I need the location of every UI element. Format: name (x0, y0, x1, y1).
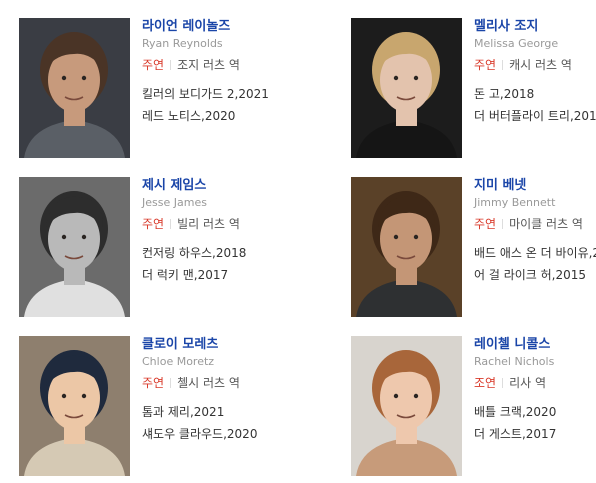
actor-name-en: Ryan Reynolds (142, 37, 223, 50)
actor-name-ko[interactable]: 지미 베넷 (474, 177, 596, 194)
work-link[interactable]: 배틀 크랙,2020 (474, 401, 596, 423)
filmography: 톰과 제리,2021 섀도우 클라우드,2020 (142, 401, 282, 445)
cast-card-1: 라이언 레이놀즈 Ryan Reynolds 주연 조지 러츠 역 킬러의 보디가… (19, 18, 279, 158)
work-link[interactable]: 더 버터플라이 트리,2017 (474, 105, 596, 127)
role-divider (502, 219, 504, 229)
role-divider (170, 60, 172, 70)
cast-card-3: 제시 제임스 Jesse James 주연 빌리 러츠 역 컨저링 하우스,201… (19, 177, 279, 317)
filmography: 배틀 크랙,2020 더 게스트,2017 (474, 401, 596, 445)
role-type: 주연 (474, 58, 497, 72)
actor-photo[interactable] (351, 177, 462, 317)
character-name: 리사 역 (509, 376, 547, 390)
role-line: 주연 첼시 러츠 역 (142, 375, 282, 391)
work-link[interactable]: 어 걸 라이크 허,2015 (474, 264, 596, 286)
role-type: 주연 (142, 376, 165, 390)
work-link[interactable]: 레드 노티스,2020 (142, 105, 282, 127)
role-line: 주연 조지 러츠 역 (142, 57, 282, 73)
role-type: 주연 (142, 58, 165, 72)
actor-info: 지미 베넷 Jimmy Bennett 주연 마이클 러츠 역 배드 애스 온 더… (474, 177, 596, 286)
role-divider (170, 219, 172, 229)
role-line: 조연 리사 역 (474, 375, 596, 391)
role-line: 주연 빌리 러츠 역 (142, 216, 282, 232)
actor-info: 클로이 모레츠 Chloe Moretz 주연 첼시 러츠 역 톰과 제리,202… (142, 336, 282, 445)
actor-name-en: Rachel Nichols (474, 355, 555, 368)
filmography: 컨저링 하우스,2018 더 럭키 맨,2017 (142, 242, 282, 286)
character-name: 조지 러츠 역 (177, 58, 240, 72)
work-link[interactable]: 배드 애스 온 더 바이유,2015 (474, 242, 596, 264)
portrait-image (19, 177, 130, 317)
role-divider (502, 378, 504, 388)
filmography: 킬러의 보디가드 2,2021 레드 노티스,2020 (142, 83, 282, 127)
work-link[interactable]: 킬러의 보디가드 2,2021 (142, 83, 282, 105)
actor-name-ko[interactable]: 레이첼 니콜스 (474, 336, 596, 353)
actor-name-en: Melissa George (474, 37, 559, 50)
actor-photo[interactable] (351, 336, 462, 476)
actor-name-en: Jesse James (142, 196, 207, 209)
actor-photo[interactable] (351, 18, 462, 158)
actor-photo[interactable] (19, 336, 130, 476)
role-divider (170, 378, 172, 388)
role-type: 주연 (474, 217, 497, 231)
portrait-image (19, 18, 130, 158)
portrait-image (351, 336, 462, 476)
role-divider (502, 60, 504, 70)
work-link[interactable]: 섀도우 클라우드,2020 (142, 423, 282, 445)
actor-info: 라이언 레이놀즈 Ryan Reynolds 주연 조지 러츠 역 킬러의 보디가… (142, 18, 282, 127)
work-link[interactable]: 더 럭키 맨,2017 (142, 264, 282, 286)
actor-name-ko[interactable]: 라이언 레이놀즈 (142, 18, 282, 35)
character-name: 빌리 러츠 역 (177, 217, 240, 231)
actor-photo[interactable] (19, 18, 130, 158)
work-link[interactable]: 톰과 제리,2021 (142, 401, 282, 423)
filmography: 돈 고,2018 더 버터플라이 트리,2017 (474, 83, 596, 127)
character-name: 마이클 러츠 역 (509, 217, 583, 231)
filmography: 배드 애스 온 더 바이유,2015 어 걸 라이크 허,2015 (474, 242, 596, 286)
cast-card-4: 지미 베넷 Jimmy Bennett 주연 마이클 러츠 역 배드 애스 온 더… (351, 177, 596, 317)
character-name: 첼시 러츠 역 (177, 376, 240, 390)
actor-name-ko[interactable]: 제시 제임스 (142, 177, 282, 194)
character-name: 캐시 러츠 역 (509, 58, 572, 72)
actor-name-ko[interactable]: 클로이 모레츠 (142, 336, 282, 353)
work-link[interactable]: 돈 고,2018 (474, 83, 596, 105)
actor-info: 레이첼 니콜스 Rachel Nichols 조연 리사 역 배틀 크랙,2020… (474, 336, 596, 445)
cast-card-2: 멜리사 조지 Melissa George 주연 캐시 러츠 역 돈 고,2018… (351, 18, 596, 158)
actor-photo[interactable] (19, 177, 130, 317)
role-line: 주연 캐시 러츠 역 (474, 57, 596, 73)
actor-name-ko[interactable]: 멜리사 조지 (474, 18, 596, 35)
actor-info: 제시 제임스 Jesse James 주연 빌리 러츠 역 컨저링 하우스,201… (142, 177, 282, 286)
actor-info: 멜리사 조지 Melissa George 주연 캐시 러츠 역 돈 고,2018… (474, 18, 596, 127)
work-link[interactable]: 컨저링 하우스,2018 (142, 242, 282, 264)
role-type: 주연 (142, 217, 165, 231)
work-link[interactable]: 더 게스트,2017 (474, 423, 596, 445)
role-line: 주연 마이클 러츠 역 (474, 216, 596, 232)
portrait-image (351, 18, 462, 158)
portrait-image (19, 336, 130, 476)
actor-name-en: Chloe Moretz (142, 355, 215, 368)
portrait-image (351, 177, 462, 317)
actor-name-en: Jimmy Bennett (474, 196, 556, 209)
cast-card-5: 클로이 모레츠 Chloe Moretz 주연 첼시 러츠 역 톰과 제리,202… (19, 336, 279, 476)
cast-card-6: 레이첼 니콜스 Rachel Nichols 조연 리사 역 배틀 크랙,2020… (351, 336, 596, 476)
role-type: 조연 (474, 376, 497, 390)
